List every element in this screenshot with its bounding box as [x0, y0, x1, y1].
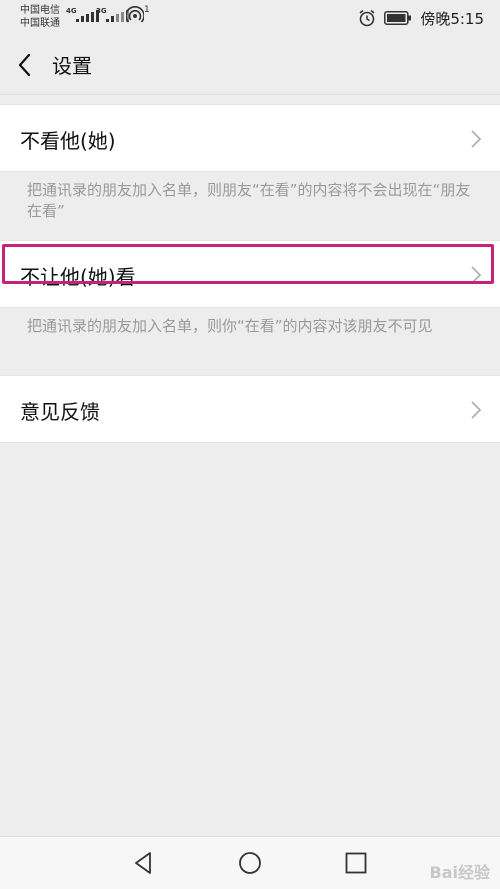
- setting-label: 不让他(她)看: [20, 265, 136, 289]
- carrier-2: 中国联通: [20, 18, 60, 29]
- circle-home-icon[interactable]: [237, 850, 263, 876]
- chevron-right-icon: [471, 266, 482, 284]
- chevron-left-icon[interactable]: [14, 52, 36, 78]
- hotspot-indicator: 1: [125, 5, 150, 24]
- status-right: 傍晚5:15: [358, 7, 484, 29]
- chevron-right-icon: [471, 401, 482, 419]
- carrier-labels: 中国电信 中国联通: [20, 4, 60, 30]
- battery-icon: [384, 11, 412, 25]
- status-time: 傍晚5:15: [420, 9, 484, 28]
- hotspot-icon: [125, 6, 145, 23]
- status-bar: 中国电信 中国联通 4G 3G 1 傍晚5:15: [0, 0, 500, 36]
- hotspot-count: 1: [144, 5, 150, 15]
- chevron-right-icon: [471, 130, 482, 148]
- carrier-1: 中国电信: [20, 5, 60, 16]
- setting-label: 意见反馈: [20, 400, 100, 424]
- watermark: Bai经验: [429, 863, 490, 882]
- page-title: 设置: [52, 54, 92, 78]
- triangle-back-icon[interactable]: [131, 850, 157, 876]
- setting-description: 把通讯录的朋友加入名单，则朋友“在看”的内容将不会出现在“朋友在看”: [27, 181, 471, 220]
- square-recent-icon[interactable]: [343, 850, 369, 876]
- setting-row-hide-their-moments[interactable]: 不看他(她): [0, 104, 500, 172]
- setting-row-feedback[interactable]: 意见反馈: [0, 375, 500, 443]
- header: 设置: [0, 36, 500, 95]
- setting-row-hide-my-moments[interactable]: 不让他(她)看: [0, 240, 500, 308]
- alarm-icon: [359, 9, 375, 27]
- system-nav-bar: Bai经验: [0, 836, 500, 889]
- setting-description: 把通讯录的朋友加入名单，则你“在看”的内容对该朋友不可见: [27, 317, 433, 335]
- setting-label: 不看他(她): [20, 129, 116, 153]
